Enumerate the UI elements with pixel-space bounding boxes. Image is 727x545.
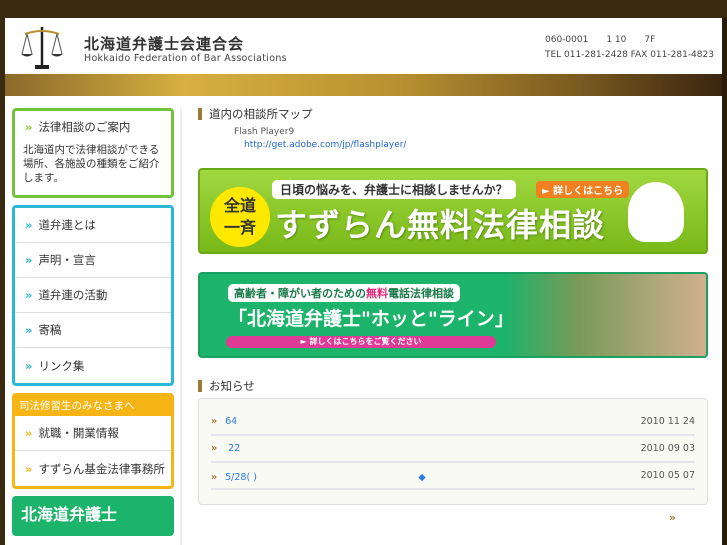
chevron-icon: » (25, 253, 33, 267)
flash-text: Flash Player9 (234, 127, 295, 137)
news-heading: お知らせ (198, 380, 708, 392)
chevron-icon: » (25, 288, 33, 302)
trainee-menu: 司法修習生のみなさまへ » 就職・開業情報 » すずらん基金法律事務所 (12, 393, 174, 489)
q-pre: 高齢者・障がい者のための (234, 287, 366, 300)
consult-guide-box[interactable]: » 法律相談のご案内 北海道内で法律相談ができる場所、各施設の種類をご紹介します。 (12, 108, 174, 198)
details-button[interactable]: ► 詳しくはこちら (536, 181, 630, 198)
consult-guide-title: 法律相談のご案内 (38, 120, 131, 134)
news-list: » 64 2010 11 24 » 22 2010 09 03 » 5/28( ) ◆ 2… (198, 398, 708, 505)
more-news-link[interactable]: » (198, 511, 708, 524)
chevron-icon: » (25, 218, 33, 232)
news-date: 2010 11 24 (640, 416, 695, 427)
badge-line: 一斉 (223, 218, 256, 237)
badge-line: 全道 (223, 196, 256, 215)
menu-item-links[interactable]: » リンク集 (15, 348, 171, 383)
banner-question: 高齢者・障がい者のための無料電話法律相談 (228, 284, 460, 302)
menu-item-jobs[interactable]: » 就職・開業情報 (15, 416, 171, 451)
banner-question: 日頃の悩みを、弁護士に相談しませんか？ (272, 180, 516, 199)
chevron-icon: » (211, 416, 218, 427)
flash-link[interactable]: http://get.adobe.com/jp/flashplayer/ (234, 140, 406, 150)
menu-label: 声明・宣言 (38, 253, 96, 267)
menu-item-suzuran-office[interactable]: » すずらん基金法律事務所 (15, 451, 171, 486)
org-name-en: Hokkaido Federation of Bar Associations (84, 53, 287, 64)
news-date: 2010 09 03 (640, 443, 695, 454)
menu-label: 道弁連とは (38, 218, 96, 232)
menu-item-activities[interactable]: » 道弁連の活動 (15, 278, 171, 313)
consult-guide-text: 北海道内で法律相談ができる場所、各施設の種類をご紹介します。 (23, 144, 160, 184)
menu-item-statements[interactable]: » 声明・宣言 (15, 243, 171, 278)
trainee-title: 司法修習生のみなさまへ (15, 396, 171, 416)
tel-fax: TEL 011-281-2428 FAX 011-281-4823 (545, 50, 714, 60)
news-item[interactable]: » 22 2010 09 03 (211, 436, 695, 463)
gold-band (5, 74, 722, 96)
news-link[interactable]: 5/28( ) ◆ (225, 472, 426, 483)
q-post: 電話法律相談 (388, 287, 454, 300)
org-name-ja: 北海道弁護士会連合会 (84, 35, 245, 53)
chevron-icon: » (211, 443, 218, 454)
news-link[interactable]: 22 (225, 443, 240, 454)
map-heading: 道内の相談所マップ (198, 108, 708, 120)
banner-title: 「北海道弁護士"ホッと"ライン」 (228, 308, 514, 330)
address: 060-0001 1 10 7F (545, 35, 656, 45)
chevron-icon: » (25, 120, 33, 134)
menu-label: 就職・開業情報 (38, 426, 119, 440)
news-link[interactable]: 64 (225, 416, 237, 427)
page: 北海道弁護士会連合会 Hokkaido Federation of Bar As… (5, 18, 722, 545)
menu-label: リンク集 (38, 358, 85, 373)
details-button[interactable]: ► 詳しくはこちらをご覧ください (226, 336, 496, 348)
chevron-icon: » (25, 358, 33, 373)
chevron-icon: » (25, 426, 33, 440)
q-em: 無料 (366, 287, 388, 300)
sidebar: » 法律相談のご案内 北海道内で法律相談ができる場所、各施設の種類をご紹介します。… (12, 108, 174, 543)
chevron-icon: » (211, 471, 218, 483)
menu-item-about[interactable]: » 道弁連とは (15, 208, 171, 243)
header: 北海道弁護士会連合会 Hokkaido Federation of Bar As… (5, 18, 722, 74)
hotline-side-banner[interactable]: 北海道弁護士 (12, 496, 174, 536)
column-divider (180, 108, 182, 545)
main-content: 道内の相談所マップ Flash Player9 http://get.adobe… (198, 108, 708, 524)
flash-notice: Flash Player9 http://get.adobe.com/jp/fl… (198, 126, 708, 152)
lily-of-the-valley-icon (628, 182, 684, 242)
consult-guide-link[interactable]: » 法律相談のご案内 (15, 111, 171, 139)
contact-info: 060-0001 1 10 7F TEL 011-281-2428 FAX 01… (545, 33, 714, 63)
banner-title: すずらん無料法律相談 (275, 206, 606, 244)
menu-label: 道弁連の活動 (38, 288, 108, 302)
news-item[interactable]: » 64 2010 11 24 (211, 409, 695, 436)
all-region-badge: 全道 一斉 (210, 187, 270, 247)
menu-label: 寄稿 (38, 323, 62, 337)
chevron-icon: » (25, 323, 33, 337)
right-edge (722, 18, 727, 545)
hotline-banner[interactable]: 高齢者・障がい者のための無料電話法律相談 「北海道弁護士"ホッと"ライン」 ► … (198, 272, 708, 358)
news-date: 2010 05 07 (640, 470, 695, 481)
menu-label: すずらん基金法律事務所 (38, 461, 165, 476)
chevron-icon: » (25, 461, 33, 476)
scales-of-justice-icon[interactable] (19, 24, 65, 70)
news-item[interactable]: » 5/28( ) ◆ 2010 05 07 (211, 463, 695, 490)
main-menu: » 道弁連とは » 声明・宣言 » 道弁連の活動 » 寄稿 » リンク集 (12, 205, 174, 386)
menu-item-contributions[interactable]: » 寄稿 (15, 313, 171, 348)
suzuran-consult-banner[interactable]: 全道一斉 日頃の悩みを、弁護士に相談しませんか？ ► 詳しくはこちら すずらん無… (198, 168, 708, 254)
